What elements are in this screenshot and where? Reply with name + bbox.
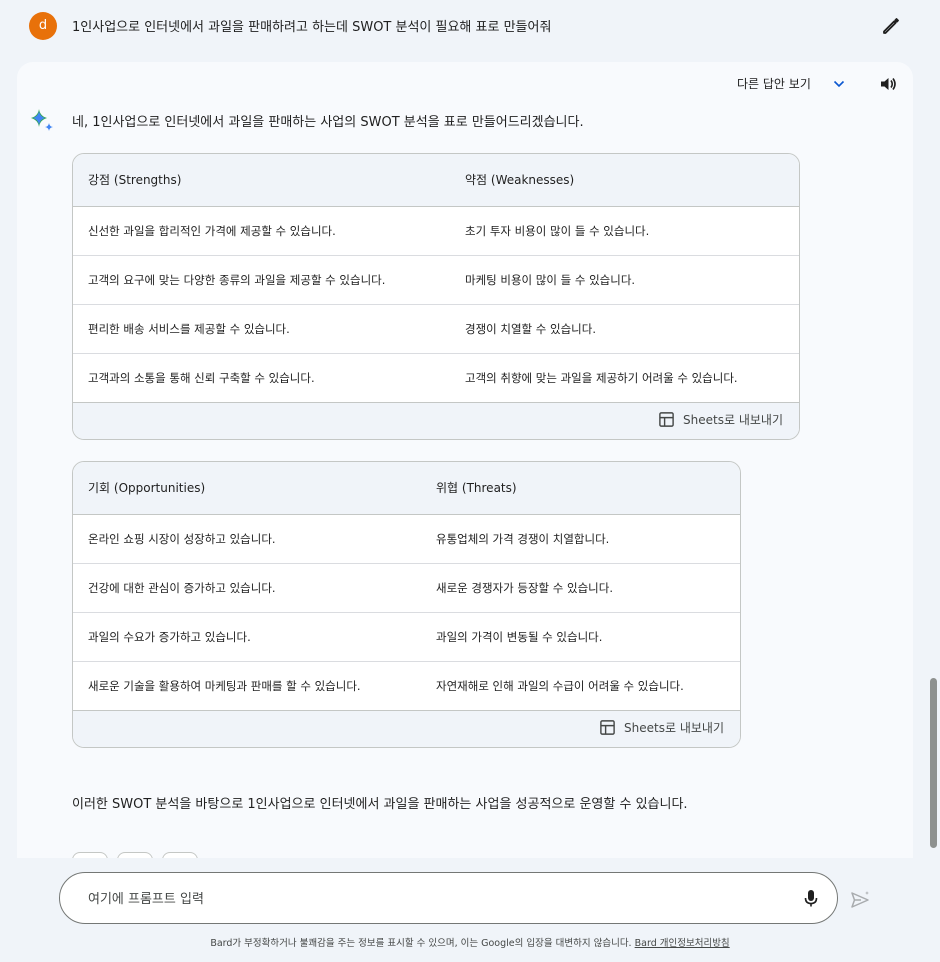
table-cell: 유통업체의 가격 경쟁이 치열합니다.	[421, 514, 740, 564]
table-footer: Sheets로 내보내기	[73, 402, 799, 439]
table-row: 새로운 기술을 활용하여 마케팅과 판매를 할 수 있습니다. 자연재해로 인해…	[73, 661, 740, 711]
export-to-sheets-button[interactable]: Sheets로 내보내기	[658, 411, 783, 428]
sheets-icon	[659, 411, 674, 427]
mic-icon	[804, 890, 818, 907]
disclaimer: Bard가 부정확하거나 불쾌감을 주는 정보를 표시할 수 있으며, 이는 G…	[0, 935, 940, 949]
table-footer: Sheets로 내보내기	[73, 710, 740, 747]
disclaimer-text: Bard가 부정확하거나 불쾌감을 주는 정보를 표시할 수 있으며, 이는 G…	[210, 938, 632, 949]
read-aloud-button[interactable]	[878, 74, 898, 94]
export-to-sheets-button[interactable]: Sheets로 내보내기	[599, 719, 724, 736]
table-row: 편리한 배송 서비스를 제공할 수 있습니다. 경쟁이 치열할 수 있습니다.	[73, 304, 799, 354]
table-cell: 새로운 기술을 활용하여 마케팅과 판매를 할 수 있습니다.	[73, 661, 421, 711]
send-button[interactable]	[848, 888, 872, 912]
table-header-cell: 약점 (Weaknesses)	[450, 154, 799, 207]
table-header-row: 강점 (Strengths) 약점 (Weaknesses)	[73, 154, 799, 207]
table-cell: 초기 투자 비용이 많이 들 수 있습니다.	[450, 206, 799, 256]
table-header-cell: 위협 (Threats)	[421, 462, 740, 515]
table-row: 건강에 대한 관심이 증가하고 있습니다. 새로운 경쟁자가 등장할 수 있습니…	[73, 563, 740, 613]
user-prompt-row: d 1인사업으로 인터넷에서 과일을 판매하려고 하는데 SWOT 분석이 필요…	[0, 0, 940, 52]
table-row: 신선한 과일을 합리적인 가격에 제공할 수 있습니다. 초기 투자 비용이 많…	[73, 206, 799, 256]
edit-prompt-button[interactable]	[879, 14, 903, 38]
response-intro-text: 네, 1인사업으로 인터넷에서 과일을 판매하는 사업의 SWOT 분석을 표로…	[72, 115, 584, 130]
action-chip[interactable]	[117, 852, 153, 858]
action-chip[interactable]	[72, 852, 108, 858]
table-cell: 건강에 대한 관심이 증가하고 있습니다.	[73, 563, 421, 613]
sheets-icon	[600, 719, 615, 735]
response-outro-text: 이러한 SWOT 분석을 바탕으로 1인사업으로 인터넷에서 과일을 판매하는 …	[72, 797, 688, 812]
chevron-down-icon[interactable]	[831, 76, 847, 92]
table-cell: 마케팅 비용이 많이 들 수 있습니다.	[450, 255, 799, 305]
privacy-policy-link[interactable]: Bard 개인정보처리방침	[635, 938, 730, 949]
table-cell: 고객과의 소통을 통해 신뢰 구축할 수 있습니다.	[73, 353, 450, 403]
table-cell: 과일의 수요가 증가하고 있습니다.	[73, 612, 421, 662]
table-cell: 자연재해로 인해 과일의 수급이 어려울 수 있습니다.	[421, 661, 740, 711]
speaker-icon	[881, 78, 896, 90]
edit-icon	[883, 18, 899, 34]
scrollbar-thumb[interactable]	[930, 678, 937, 848]
export-label: Sheets로 내보내기	[683, 412, 783, 427]
swot-table-strengths-weaknesses: 강점 (Strengths) 약점 (Weaknesses) 신선한 과일을 합…	[72, 153, 800, 440]
table-cell: 고객의 취향에 맞는 과일을 제공하기 어려울 수 있습니다.	[450, 353, 799, 403]
table-row: 고객의 요구에 맞는 다양한 종류의 과일을 제공할 수 있습니다. 마케팅 비…	[73, 255, 799, 305]
bard-sparkle-icon	[28, 107, 56, 135]
swot-table-opportunities-threats: 기회 (Opportunities) 위협 (Threats) 온라인 쇼핑 시…	[72, 461, 741, 748]
user-prompt-text: 1인사업으로 인터넷에서 과일을 판매하려고 하는데 SWOT 분석이 필요해 …	[72, 20, 552, 35]
export-label: Sheets로 내보내기	[624, 720, 724, 735]
prompt-input-box	[59, 872, 838, 924]
send-icon	[851, 891, 869, 908]
table-header-row: 기회 (Opportunities) 위협 (Threats)	[73, 462, 740, 515]
table-cell: 고객의 요구에 맞는 다양한 종류의 과일을 제공할 수 있습니다.	[73, 255, 450, 305]
bard-response: 다른 답안 보기 네, 1인사업으로 인터넷에서 과일을 판매하는 사업의 SW…	[17, 62, 913, 858]
table-header-cell: 강점 (Strengths)	[73, 154, 450, 207]
table-cell: 새로운 경쟁자가 등장할 수 있습니다.	[421, 563, 740, 613]
voice-input-button[interactable]	[800, 887, 822, 909]
table-cell: 경쟁이 치열할 수 있습니다.	[450, 304, 799, 354]
table-cell: 신선한 과일을 합리적인 가격에 제공할 수 있습니다.	[73, 206, 450, 256]
table-row: 과일의 수요가 증가하고 있습니다. 과일의 가격이 변동될 수 있습니다.	[73, 612, 740, 662]
user-avatar[interactable]: d	[29, 12, 57, 40]
table-cell: 과일의 가격이 변동될 수 있습니다.	[421, 612, 740, 662]
table-row: 고객과의 소통을 통해 신뢰 구축할 수 있습니다. 고객의 취향에 맞는 과일…	[73, 353, 799, 403]
table-row: 온라인 쇼핑 시장이 성장하고 있습니다. 유통업체의 가격 경쟁이 치열합니다…	[73, 514, 740, 564]
table-cell: 온라인 쇼핑 시장이 성장하고 있습니다.	[73, 514, 421, 564]
table-cell: 편리한 배송 서비스를 제공할 수 있습니다.	[73, 304, 450, 354]
view-other-drafts-button[interactable]: 다른 답안 보기	[737, 75, 811, 92]
prompt-input[interactable]	[88, 888, 768, 910]
action-chip[interactable]	[162, 852, 198, 858]
table-header-cell: 기회 (Opportunities)	[73, 462, 421, 515]
